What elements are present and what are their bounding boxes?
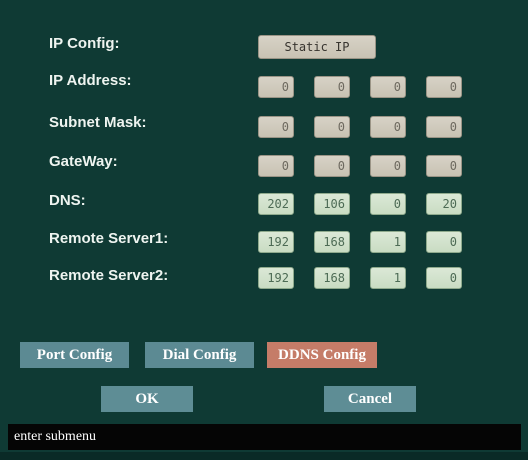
- tab-port-config[interactable]: Port Config: [20, 342, 129, 368]
- gateway-octet-4[interactable]: 0: [426, 155, 462, 177]
- remote-server1-octet-4[interactable]: 0: [426, 231, 462, 253]
- subnet-mask-octet-1[interactable]: 0: [258, 116, 294, 138]
- subnet-mask-label: Subnet Mask:: [49, 114, 147, 131]
- ok-button[interactable]: OK: [101, 386, 193, 412]
- ip-address-octet-1[interactable]: 0: [258, 76, 294, 98]
- remote-server2-octet-3[interactable]: 1: [370, 267, 406, 289]
- remote-server1-octet-2[interactable]: 168: [314, 231, 350, 253]
- subnet-mask-octet-2[interactable]: 0: [314, 116, 350, 138]
- ip-config-label: IP Config:: [49, 35, 120, 52]
- cancel-button[interactable]: Cancel: [324, 386, 416, 412]
- tab-ddns-config[interactable]: DDNS Config: [267, 342, 377, 368]
- ip-config-select[interactable]: Static IP: [258, 35, 376, 59]
- remote-server1-octet-3[interactable]: 1: [370, 231, 406, 253]
- remote-server2-octet-1[interactable]: 192: [258, 267, 294, 289]
- dns-octet-2[interactable]: 106: [314, 193, 350, 215]
- remote-server2-octet-2[interactable]: 168: [314, 267, 350, 289]
- remote-server2-octet-4[interactable]: 0: [426, 267, 462, 289]
- dns-octet-3[interactable]: 0: [370, 193, 406, 215]
- dns-octet-1[interactable]: 202: [258, 193, 294, 215]
- dns-label: DNS:: [49, 192, 86, 209]
- remote-server1-label: Remote Server1:: [49, 230, 169, 247]
- gateway-label: GateWay:: [49, 153, 118, 170]
- subnet-mask-octet-3[interactable]: 0: [370, 116, 406, 138]
- ip-address-label: IP Address:: [49, 72, 132, 89]
- status-bar: enter submenu: [8, 424, 521, 450]
- ip-address-octet-4[interactable]: 0: [426, 76, 462, 98]
- bottom-frame: [0, 452, 528, 460]
- tab-dial-config[interactable]: Dial Config: [145, 342, 254, 368]
- gateway-octet-2[interactable]: 0: [314, 155, 350, 177]
- remote-server2-label: Remote Server2:: [49, 267, 169, 284]
- ip-address-octet-2[interactable]: 0: [314, 76, 350, 98]
- remote-server1-octet-1[interactable]: 192: [258, 231, 294, 253]
- gateway-octet-1[interactable]: 0: [258, 155, 294, 177]
- dns-octet-4[interactable]: 20: [426, 193, 462, 215]
- subnet-mask-octet-4[interactable]: 0: [426, 116, 462, 138]
- ip-address-octet-3[interactable]: 0: [370, 76, 406, 98]
- gateway-octet-3[interactable]: 0: [370, 155, 406, 177]
